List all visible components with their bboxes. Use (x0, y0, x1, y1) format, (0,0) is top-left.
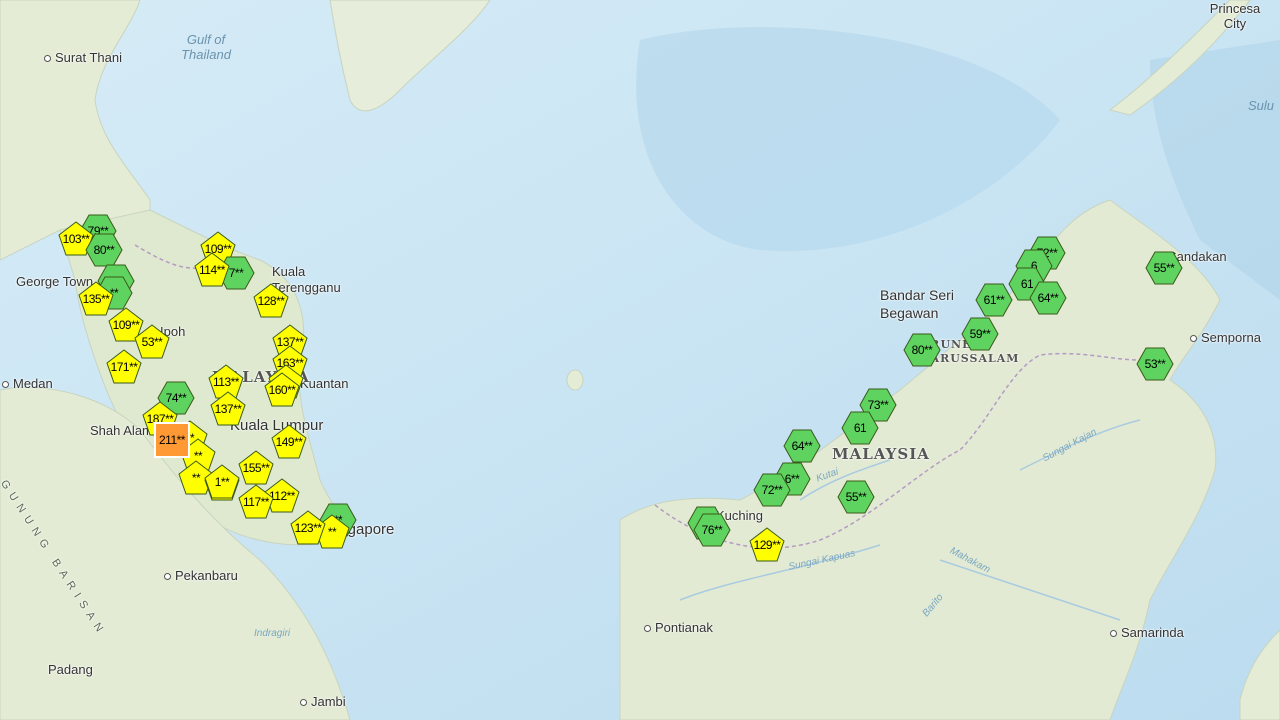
aqi-marker-good[interactable]: 61** (975, 281, 1013, 319)
aqi-marker-label: 123** (294, 521, 322, 535)
place-padang: Padang (48, 662, 93, 677)
place-medan: Medan (2, 376, 53, 391)
aqi-marker-label: 59** (969, 327, 991, 341)
aqi-marker-good[interactable]: 76** (693, 511, 731, 549)
aqi-marker-moderate[interactable]: 171** (105, 348, 143, 386)
place-surat-thani: Surat Thani (44, 50, 122, 65)
aqi-marker-label: 128** (257, 294, 285, 308)
label-sulu-sea: Sulu (1248, 98, 1275, 113)
aqi-marker-moderate[interactable]: 114** (193, 251, 231, 289)
aqi-marker-label: 55** (845, 490, 867, 504)
aqi-marker-label: 64** (1037, 291, 1059, 305)
aqi-marker-label: 61** (983, 293, 1005, 307)
label-gulf-of-thailand: Gulf of Thailand (181, 32, 231, 62)
aqi-marker-moderate[interactable]: 117** (237, 483, 275, 521)
aqi-marker-good[interactable]: 72** (753, 471, 791, 509)
aqi-marker-unhealthy-sensitive[interactable]: 211** (153, 421, 191, 459)
aqi-marker-label: 114** (199, 263, 225, 277)
aqi-marker-label: 1** (214, 475, 230, 489)
aqi-marker-moderate[interactable]: 1** (203, 463, 241, 501)
aqi-marker-moderate[interactable]: 160** (263, 371, 301, 409)
place-princesa-city: Princesa City (1209, 1, 1261, 31)
aqi-marker-moderate[interactable]: 137** (209, 390, 247, 428)
place-samarinda: Samarinda (1110, 625, 1184, 640)
aqi-marker-label: 137** (214, 402, 242, 416)
aqi-marker-label: 129** (753, 538, 781, 552)
country-malaysia-east: MALAYSIA (832, 445, 930, 463)
aqi-marker-good[interactable]: 55** (837, 478, 875, 516)
aqi-marker-good[interactable]: 59** (961, 315, 999, 353)
aqi-marker-label: 149** (275, 435, 303, 449)
aqi-marker-moderate[interactable]: 123** (289, 509, 327, 547)
aqi-marker-good[interactable]: 53** (1136, 345, 1174, 383)
aqi-marker-label: 61 (853, 421, 867, 435)
map-view[interactable]: Surat Thani Gulf of Thailand Princesa Ci… (0, 0, 1280, 720)
aqi-marker-label: 80** (911, 343, 933, 357)
aqi-marker-good[interactable]: 80** (903, 331, 941, 369)
place-semporna: Semporna (1190, 330, 1261, 345)
place-jambi: Jambi (300, 694, 346, 709)
aqi-marker-label: 211** (159, 433, 185, 447)
aqi-marker-label: 55** (1153, 261, 1175, 275)
aqi-marker-good[interactable]: 55** (1145, 249, 1183, 287)
place-pontianak: Pontianak (644, 620, 713, 635)
aqi-marker-moderate[interactable]: 128** (252, 282, 290, 320)
aqi-marker-label: 117** (243, 495, 269, 509)
aqi-marker-label: 72** (761, 483, 783, 497)
basemap (0, 0, 1280, 720)
island (566, 369, 584, 391)
aqi-marker-label: 76** (701, 523, 723, 537)
aqi-marker-label: 53** (1144, 357, 1166, 371)
place-pekanbaru: Pekanbaru (164, 568, 238, 583)
aqi-marker-moderate[interactable]: 149** (270, 423, 308, 461)
aqi-marker-label: 171** (110, 360, 138, 374)
river-indragiri-label: Indragiri (254, 628, 291, 639)
aqi-marker-moderate[interactable]: 129** (748, 526, 786, 564)
aqi-marker-good[interactable]: 61 (841, 409, 879, 447)
aqi-marker-label: 160** (268, 383, 296, 397)
aqi-marker-good[interactable]: 64** (1029, 279, 1067, 317)
